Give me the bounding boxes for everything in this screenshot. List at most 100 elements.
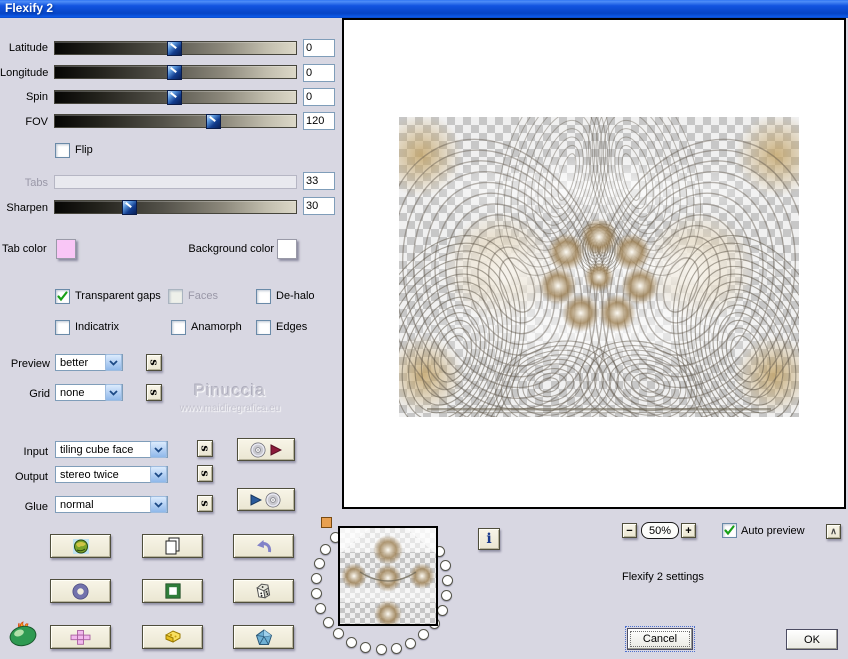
tab-color-swatch[interactable] — [56, 239, 76, 259]
glue-dropdown-label: Glue — [24, 501, 48, 513]
preview-settings-button[interactable]: s — [146, 354, 162, 371]
zoom-out-button[interactable]: − — [622, 523, 637, 538]
grid-dropdown-value: none — [60, 386, 85, 399]
faces-label: Faces — [188, 290, 218, 302]
preview-dropdown[interactable]: better — [55, 354, 123, 371]
preview-dropdown-label: Preview — [10, 358, 50, 370]
glue-dial-dot[interactable] — [333, 628, 345, 640]
dice-button[interactable] — [233, 579, 294, 603]
input-settings-button[interactable]: s — [197, 440, 213, 457]
longitude-slider[interactable] — [54, 65, 297, 80]
glue-dial-dot[interactable] — [311, 588, 323, 600]
sharpen-value-field[interactable] — [303, 197, 335, 215]
zoom-in-button[interactable]: + — [681, 523, 696, 538]
latitude-slider-thumb[interactable] — [167, 41, 182, 56]
chevron-down-icon[interactable] — [105, 384, 122, 401]
sharpen-slider-thumb[interactable] — [122, 200, 137, 215]
longitude-value-field[interactable] — [303, 64, 335, 82]
flip-label: Flip — [75, 144, 93, 156]
title-bar[interactable]: Flexify 2 — [0, 0, 848, 18]
glue-dial-dot[interactable] — [442, 574, 454, 586]
spin-slider-thumb[interactable] — [167, 90, 182, 105]
glue-dropdown[interactable]: normal — [55, 496, 168, 513]
chevron-down-icon[interactable] — [150, 441, 167, 458]
output-settings-button[interactable]: s — [197, 465, 213, 482]
undo-button[interactable] — [233, 534, 294, 558]
glue-settings-button[interactable]: s — [197, 495, 213, 512]
spin-slider[interactable] — [54, 90, 297, 105]
output-dropdown-label: Output — [14, 471, 48, 483]
collapse-button[interactable]: ∧ — [826, 524, 841, 539]
fov-label: FOV — [25, 116, 48, 128]
tabs-value-field[interactable] — [303, 172, 335, 190]
flip-checkbox[interactable] — [55, 143, 70, 158]
grid-dropdown[interactable]: none — [55, 384, 123, 401]
torus-icon — [72, 583, 89, 599]
fov-slider[interactable] — [54, 114, 297, 129]
glue-dial-marker[interactable] — [321, 517, 332, 528]
spin-value-field[interactable] — [303, 88, 335, 106]
output-dropdown[interactable]: stereo twice — [55, 466, 168, 483]
pages-icon — [165, 537, 180, 555]
latitude-slider[interactable] — [54, 41, 297, 56]
glue-dial-dot[interactable] — [390, 642, 402, 654]
input-dropdown-label: Input — [23, 446, 48, 458]
frame-button[interactable] — [142, 579, 203, 603]
info-button[interactable]: i — [478, 528, 500, 550]
s-glyph: s — [198, 445, 212, 452]
edges-checkbox[interactable] — [256, 320, 271, 335]
glue-dial-dot[interactable] — [360, 642, 372, 654]
anamorph-checkbox[interactable] — [171, 320, 186, 335]
glue-dial-dot[interactable] — [313, 557, 325, 569]
cancel-button[interactable]: Cancel — [625, 626, 695, 652]
chevron-down-icon[interactable] — [105, 354, 122, 371]
indicatrix-checkbox[interactable] — [55, 320, 70, 335]
polyhedron-button[interactable] — [233, 625, 294, 649]
chevron-down-icon[interactable] — [150, 466, 167, 483]
glue-dial-dot[interactable] — [405, 637, 417, 649]
play-triangle-icon — [250, 493, 262, 506]
thumbnail-preview[interactable] — [338, 526, 438, 628]
glue-dial-dot[interactable] — [418, 629, 430, 641]
input-dropdown[interactable]: tiling cube face — [55, 441, 168, 458]
dice-icon — [256, 583, 271, 599]
glue-dial-dot[interactable] — [375, 644, 387, 656]
square-frame-icon — [164, 583, 181, 599]
glue-dial-dot[interactable] — [310, 573, 322, 585]
transparent-gaps-checkbox[interactable] — [55, 289, 70, 304]
input-dropdown-value: tiling cube face — [60, 443, 134, 456]
info-icon: i — [486, 531, 492, 547]
globe-button[interactable] — [50, 534, 111, 558]
longitude-label: Longitude — [0, 67, 49, 79]
s-glyph: s — [147, 359, 161, 366]
glue-dial-dot[interactable] — [345, 636, 357, 648]
glue-dial-dot[interactable] — [320, 543, 332, 555]
sharpen-slider[interactable] — [54, 200, 297, 215]
ok-button[interactable]: OK — [786, 629, 838, 650]
load-from-disc-button[interactable] — [237, 438, 295, 461]
background-color-swatch[interactable] — [277, 239, 297, 259]
glue-dial-dot[interactable] — [441, 590, 453, 602]
de-halo-checkbox[interactable] — [256, 289, 271, 304]
cheese-button[interactable] — [142, 625, 203, 649]
cube-net-button[interactable] — [50, 625, 111, 649]
chevron-down-icon[interactable] — [150, 496, 167, 513]
settings-name-text: Flexify 2 settings — [622, 571, 704, 583]
minus-icon: − — [626, 524, 633, 537]
glue-dial-dot[interactable] — [322, 616, 334, 628]
tabs-slider — [54, 175, 297, 189]
torus-button[interactable] — [50, 579, 111, 603]
flaming-pear-logo[interactable] — [4, 619, 44, 656]
watermark-name: Pinuccia — [193, 381, 267, 400]
auto-preview-checkbox[interactable] — [722, 523, 737, 538]
fov-value-field[interactable] — [303, 112, 335, 130]
pages-button[interactable] — [142, 534, 203, 558]
glue-dial-dot[interactable] — [315, 603, 327, 615]
indicatrix-label: Indicatrix — [75, 321, 120, 333]
glue-dial-dot[interactable] — [436, 605, 448, 616]
save-to-disc-button[interactable] — [237, 488, 295, 511]
fov-slider-thumb[interactable] — [206, 114, 221, 129]
longitude-slider-thumb[interactable] — [167, 65, 182, 80]
glue-dial-dot[interactable] — [439, 559, 451, 571]
latitude-value-field[interactable] — [303, 39, 335, 57]
